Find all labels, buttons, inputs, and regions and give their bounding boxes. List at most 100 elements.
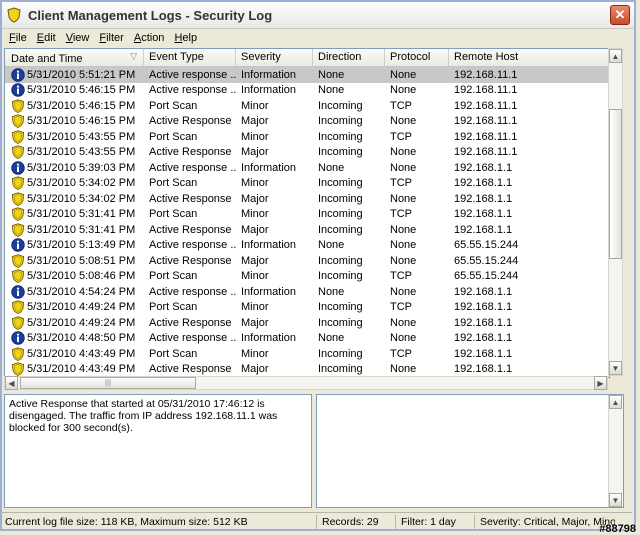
row-datetime: 5/31/2010 4:49:24 PM — [27, 301, 136, 314]
row-direction: None — [318, 84, 345, 97]
row-direction: Incoming — [318, 223, 363, 236]
table-row[interactable]: 5/31/2010 5:46:15 PM Active response ... I… — [5, 83, 609, 99]
table-row[interactable]: 5/31/2010 5:43:55 PM Port Scan Minor Incomi… — [5, 129, 609, 145]
table-row[interactable]: 5/31/2010 5:34:02 PM Active Response Major… — [5, 191, 609, 207]
menu-mnemonic: V — [65, 32, 73, 44]
menu-view[interactable]: View — [61, 32, 95, 44]
row-remote-host: 192.168.1.1 — [454, 316, 513, 329]
row-protocol: None — [390, 84, 417, 97]
table-row[interactable]: 5/31/2010 4:49:24 PM Port Scan Minor Incomi… — [5, 300, 609, 316]
scroll-right-button[interactable]: ▶ — [594, 376, 607, 390]
row-protocol: None — [390, 316, 417, 329]
cell-datetime: 5/31/2010 5:31:41 PM — [5, 207, 144, 222]
menu-help[interactable]: Help — [169, 32, 202, 44]
cell-datetime: 5/31/2010 5:46:15 PM — [5, 114, 144, 129]
table-row[interactable]: 5/31/2010 4:48:50 PM Active response ... I… — [5, 331, 609, 347]
row-event-type: Active response ... — [149, 84, 236, 97]
column-header-severity[interactable]: Severity — [236, 49, 313, 66]
arrow-left-icon: ◀ — [8, 378, 15, 388]
table-row[interactable]: 5/31/2010 4:49:24 PM Active Response Major… — [5, 315, 609, 331]
close-button[interactable]: ✕ — [610, 5, 630, 25]
table-row[interactable]: 5/31/2010 5:31:41 PM Port Scan Minor Incomi… — [5, 207, 609, 223]
row-remote-host: 192.168.1.1 — [454, 363, 513, 376]
scroll-down-button[interactable]: ▼ — [609, 361, 622, 375]
row-severity: Minor — [241, 270, 269, 283]
row-datetime: 5/31/2010 4:54:24 PM — [27, 285, 136, 298]
cell-datetime: 5/31/2010 5:39:03 PM — [5, 161, 144, 175]
row-direction: None — [318, 161, 345, 174]
scroll-left-button[interactable]: ◀ — [5, 376, 18, 390]
row-protocol: TCP — [390, 130, 412, 143]
row-severity: Major — [241, 192, 269, 205]
table-row[interactable]: 5/31/2010 5:43:55 PM Active Response Major… — [5, 145, 609, 161]
menu-action[interactable]: Action — [129, 32, 170, 44]
row-direction: Incoming — [318, 130, 363, 143]
menu-bar: File Edit View Filter Action Help — [2, 29, 634, 47]
cell-datetime: 5/31/2010 4:54:24 PM — [5, 285, 144, 299]
cell-datetime: 5/31/2010 5:46:15 PM — [5, 83, 144, 97]
scroll-up-button[interactable]: ▲ — [609, 49, 622, 63]
event-detail-text[interactable]: Active Response that started at 05/31/20… — [4, 394, 312, 508]
row-remote-host: 192.168.11.1 — [454, 99, 518, 112]
shield-icon — [11, 99, 27, 113]
column-header-date[interactable]: Date and Time ▽ — [5, 49, 144, 66]
column-header-direction[interactable]: Direction — [313, 49, 385, 66]
row-event-type: Active Response — [149, 254, 232, 267]
row-severity: Major — [241, 115, 269, 128]
table-row[interactable]: 5/31/2010 5:34:02 PM Port Scan Minor Incomi… — [5, 176, 609, 192]
row-datetime: 5/31/2010 5:46:15 PM — [27, 99, 136, 112]
table-row[interactable]: 5/31/2010 5:51:21 PM Active response ... I… — [5, 67, 609, 83]
table-row[interactable]: 5/31/2010 5:39:03 PM Active response ... I… — [5, 160, 609, 176]
row-remote-host: 192.168.11.1 — [454, 68, 518, 81]
table-row[interactable]: 5/31/2010 5:46:15 PM Active Response Major… — [5, 114, 609, 130]
info-icon — [11, 83, 27, 97]
table-row[interactable]: 5/31/2010 5:46:15 PM Port Scan Minor Incomi… — [5, 98, 609, 114]
menu-edit[interactable]: Edit — [32, 32, 61, 44]
cell-datetime: 5/31/2010 4:43:49 PM — [5, 362, 144, 377]
detail-scrollbar[interactable]: ▲ ▼ — [608, 395, 623, 507]
row-remote-host: 192.168.1.1 — [454, 332, 513, 345]
arrow-up-icon: ▲ — [611, 397, 620, 407]
row-datetime: 5/31/2010 5:43:55 PM — [27, 130, 136, 143]
table-row[interactable]: 5/31/2010 5:31:41 PM Active Response Major… — [5, 222, 609, 238]
table-row[interactable]: 5/31/2010 5:13:49 PM Active response ... I… — [5, 238, 609, 254]
row-protocol: None — [390, 68, 417, 81]
horizontal-scrollbar[interactable]: ◀ ||| ▶ — [4, 376, 608, 390]
info-icon — [11, 238, 27, 252]
row-severity: Information — [241, 332, 297, 345]
row-severity: Information — [241, 84, 297, 97]
scroll-down-button[interactable]: ▼ — [609, 493, 622, 507]
column-header-remote-host[interactable]: Remote Host — [449, 49, 609, 66]
row-event-type: Active Response — [149, 146, 232, 159]
info-icon — [11, 68, 27, 82]
cell-datetime: 5/31/2010 5:34:02 PM — [5, 176, 144, 191]
column-header-protocol[interactable]: Protocol — [385, 49, 449, 66]
row-protocol: None — [390, 363, 417, 376]
scroll-up-button[interactable]: ▲ — [609, 395, 622, 409]
vertical-scrollbar[interactable]: ▲ ▼ — [608, 48, 623, 376]
column-header-event-type[interactable]: Event Type — [144, 49, 236, 66]
menu-file[interactable]: File — [4, 32, 32, 44]
table-row[interactable]: 5/31/2010 4:54:24 PM Active response ... I… — [5, 284, 609, 300]
row-remote-host: 192.168.11.1 — [454, 115, 518, 128]
arrow-down-icon: ▼ — [611, 495, 620, 505]
row-severity: Major — [241, 363, 269, 376]
table-row[interactable]: 5/31/2010 5:08:51 PM Active Response Major… — [5, 253, 609, 269]
event-detail-panel[interactable]: ▲ ▼ — [316, 394, 624, 508]
row-protocol: TCP — [390, 301, 412, 314]
row-event-type: Active response ... — [149, 285, 236, 298]
table-row[interactable]: 5/31/2010 4:43:49 PM Active Response Major… — [5, 362, 609, 378]
menu-label-rest: iew — [72, 32, 90, 44]
row-datetime: 5/31/2010 5:31:41 PM — [27, 223, 136, 236]
menu-filter[interactable]: Filter — [94, 32, 128, 44]
row-severity: Information — [241, 161, 297, 174]
cell-datetime: 5/31/2010 5:08:46 PM — [5, 269, 144, 284]
horizontal-scroll-thumb[interactable]: ||| — [20, 377, 196, 389]
table-row[interactable]: 5/31/2010 4:43:49 PM Port Scan Minor Incomi… — [5, 346, 609, 362]
row-event-type: Port Scan — [149, 177, 198, 190]
table-header: Date and Time ▽ Event Type Severity Direc… — [5, 49, 609, 67]
vertical-scroll-thumb[interactable] — [609, 109, 622, 259]
table-row[interactable]: 5/31/2010 5:08:46 PM Port Scan Minor Incomi… — [5, 269, 609, 285]
row-severity: Major — [241, 254, 269, 267]
cell-datetime: 5/31/2010 5:31:41 PM — [5, 223, 144, 237]
